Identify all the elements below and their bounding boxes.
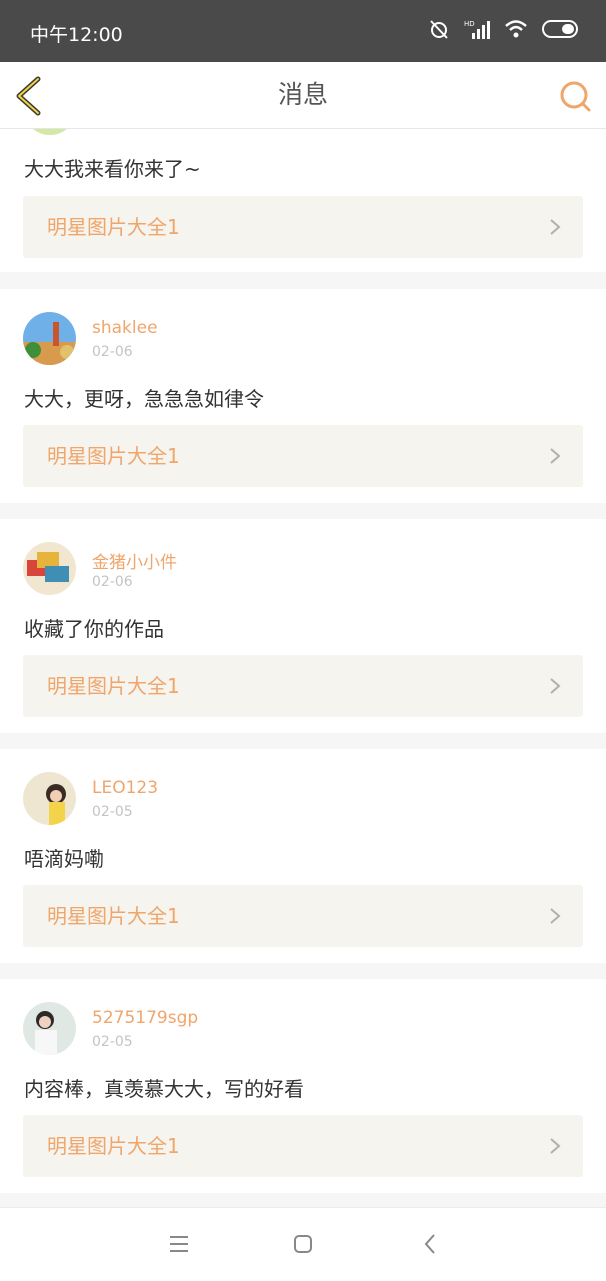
chevron-right-icon [550,219,561,235]
battery-icon [542,20,578,38]
avatar[interactable] [23,542,76,595]
message-date: 02-05 [92,1034,133,1050]
avatar[interactable] [28,129,72,135]
svg-text:HD: HD [464,20,475,28]
alarm-off-icon [430,20,448,39]
signal-icon: HD [464,20,490,39]
username[interactable]: 5275179sgp [92,1008,198,1028]
username[interactable]: LEO123 [92,778,158,798]
chevron-right-icon [550,1138,561,1154]
chevron-right-icon [550,448,561,464]
work-link[interactable]: 明星图片大全1 [23,655,583,717]
username[interactable]: 金猪小小件 [92,548,177,573]
work-link[interactable]: 明星图片大全1 [23,885,583,947]
username[interactable]: shaklee [92,318,158,338]
comment-text: 内容棒，真羡慕大大，写的好看 [24,1077,304,1101]
message-card: 5275179sgp 02-05 内容棒，真羡慕大大，写的好看 明星图片大全1 [0,979,606,1193]
status-bar: 中午12:00 HD [0,0,606,62]
message-card: 大大我来看你来了~ 明星图片大全1 [0,129,606,272]
comment-text: 大大我来看你来了~ [24,157,201,181]
search-button[interactable] [558,79,592,113]
avatar[interactable] [23,772,76,825]
message-card: 金猪小小件 02-06 收藏了你的作品 明星图片大全1 [0,519,606,733]
work-link[interactable]: 明星图片大全1 [23,1115,583,1177]
message-date: 02-06 [92,574,133,590]
message-list: 大大我来看你来了~ 明星图片大全1 shaklee 02-06 大大，更呀，急急… [0,129,606,1207]
work-link-label: 明星图片大全1 [47,674,180,698]
chevron-right-icon [550,678,561,694]
comment-text: 唔滴妈嘞 [24,847,104,871]
message-date: 02-06 [92,344,133,360]
message-date: 02-05 [92,804,133,820]
menu-icon[interactable] [167,1232,191,1256]
wifi-icon [505,20,527,38]
comment-text: 大大，更呀，急急急如律令 [24,387,264,411]
work-link[interactable]: 明星图片大全1 [23,196,583,258]
avatar[interactable] [23,1002,76,1055]
status-icons: HD [428,18,580,40]
avatar[interactable] [23,312,76,365]
back-icon[interactable] [419,1232,443,1256]
work-link-label: 明星图片大全1 [47,1134,180,1158]
message-card: LEO123 02-05 唔滴妈嘞 明星图片大全1 [0,749,606,963]
work-link-label: 明星图片大全1 [47,444,180,468]
work-link-label: 明星图片大全1 [47,904,180,928]
message-card: shaklee 02-06 大大，更呀，急急急如律令 明星图片大全1 [0,289,606,503]
home-icon[interactable] [291,1232,315,1256]
nav-bar: 消息 [0,62,606,129]
system-nav-bar [0,1207,606,1281]
chevron-right-icon [550,908,561,924]
status-time: 中午12:00 [30,24,123,46]
comment-text: 收藏了你的作品 [24,617,164,641]
work-link[interactable]: 明星图片大全1 [23,425,583,487]
page-title: 消息 [277,80,328,109]
work-link-label: 明星图片大全1 [47,215,180,239]
